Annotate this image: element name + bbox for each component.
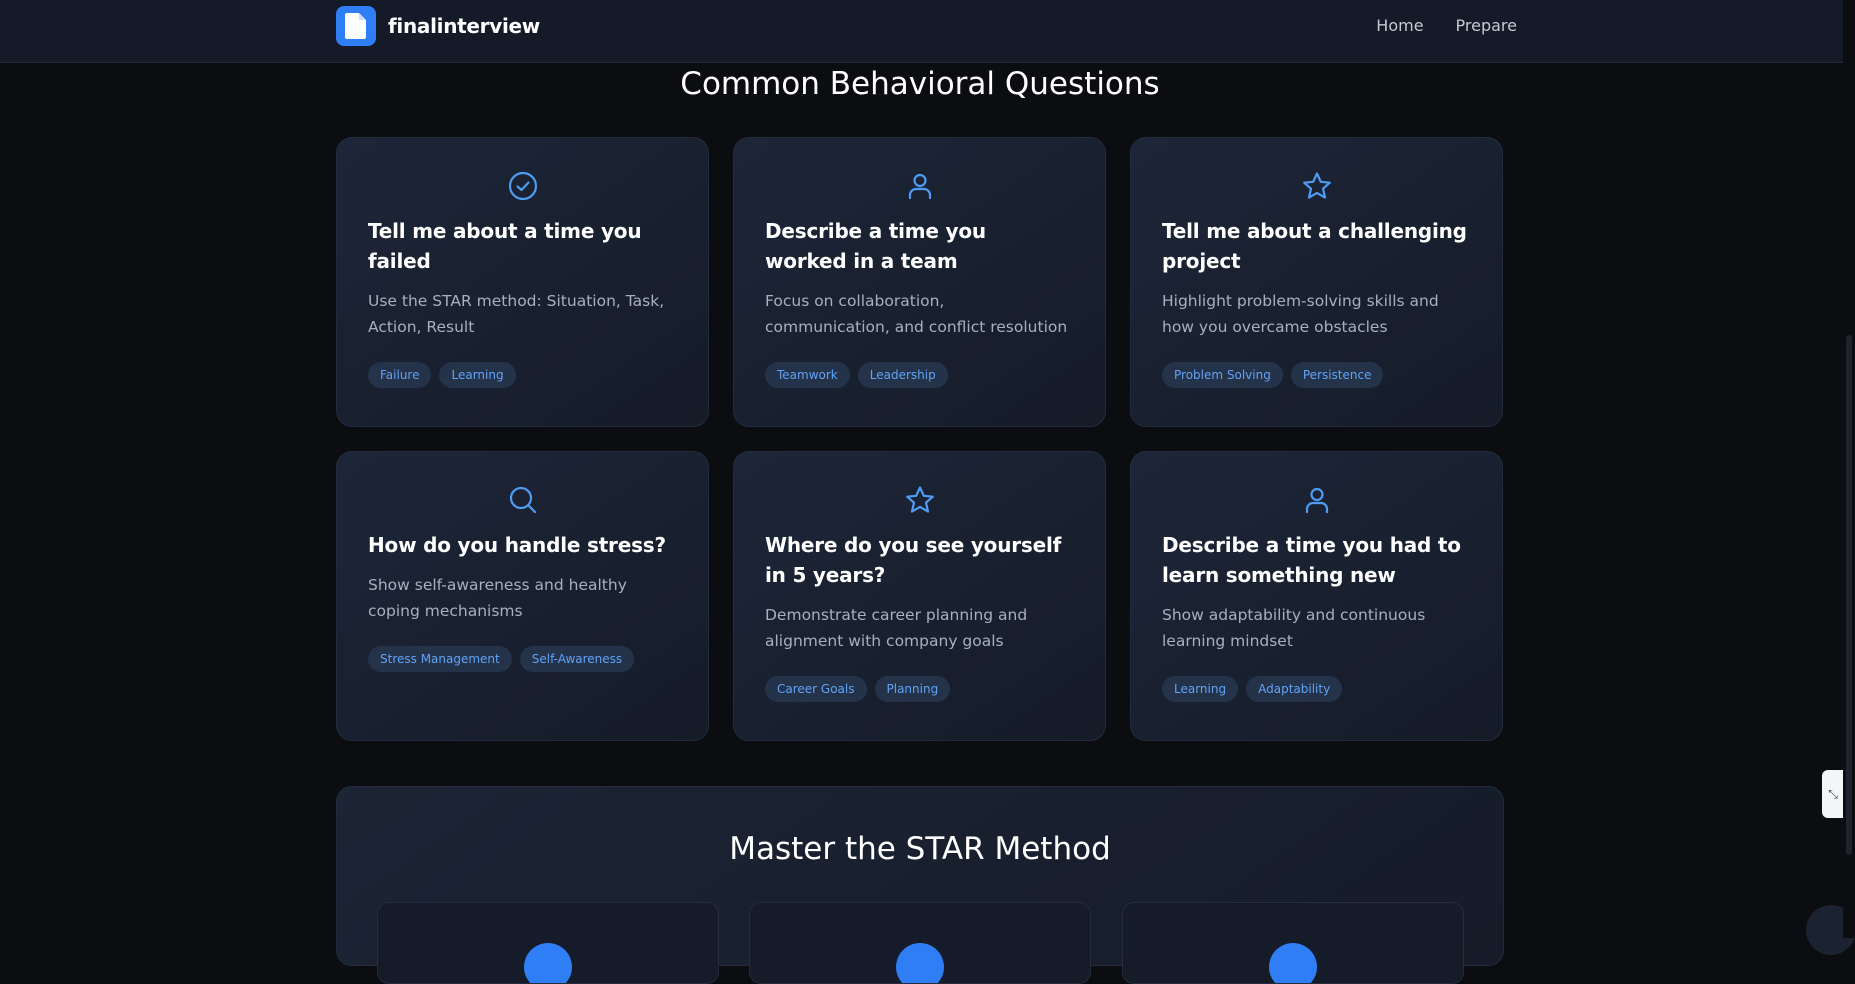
tag: Planning: [874, 676, 951, 702]
question-card[interactable]: Describe a time you worked in a team Foc…: [733, 137, 1106, 427]
tag: Learning: [439, 362, 516, 388]
tag-list: Stress Management Self-Awareness: [368, 646, 677, 672]
search-icon: [509, 486, 536, 514]
question-description: Show self-awareness and healthy coping m…: [368, 576, 627, 620]
tag: Problem Solving: [1162, 362, 1283, 388]
question-description: Focus on collaboration, communication, a…: [765, 292, 1068, 336]
star-icon: [905, 486, 934, 513]
question-description: Demonstrate career planning and alignmen…: [765, 606, 1028, 650]
tag-list: Teamwork Leadership: [765, 362, 1074, 388]
resize-icon: ⤡: [1828, 786, 1838, 801]
question-title: How do you handle stress?: [368, 533, 666, 557]
question-description: Use the STAR method: Situation, Task, Ac…: [368, 292, 665, 336]
tag: Leadership: [857, 362, 948, 388]
question-description: Highlight problem-solving skills and how…: [1162, 292, 1439, 336]
brand-link[interactable]: finalinterview: [336, 6, 540, 46]
side-feedback-tab[interactable]: ⤡: [1822, 770, 1844, 818]
question-title: Tell me about a challenging project: [1162, 219, 1467, 273]
question-title: Tell me about a time you failed: [368, 219, 642, 273]
question-title: Describe a time you had to learn somethi…: [1162, 533, 1461, 587]
tag: Persistence: [1290, 362, 1384, 388]
star-method-panel: Master the STAR Method: [336, 786, 1504, 984]
tag-list: Learning Adaptability: [1162, 676, 1471, 702]
star-step-card: [377, 902, 719, 984]
scrollbar-thumb[interactable]: [1846, 335, 1852, 855]
star-step-card: [1122, 902, 1464, 984]
star-method-title: Master the STAR Method: [729, 831, 1111, 867]
question-grid: Tell me about a time you failed Use the …: [336, 137, 1504, 741]
check-circle-icon: [508, 171, 537, 201]
nav-link-home[interactable]: Home: [1376, 16, 1423, 35]
tag: Adaptability: [1246, 676, 1343, 702]
tag: Self-Awareness: [519, 646, 635, 672]
page-scrollbar[interactable]: [1843, 0, 1855, 938]
step-badge: [1269, 943, 1317, 983]
tag: Stress Management: [368, 646, 512, 672]
star-step-card: [749, 902, 1091, 984]
tag-list: Career Goals Planning: [765, 676, 1074, 702]
main-nav: Home Prepare: [1344, 16, 1517, 35]
step-badge: [524, 943, 572, 983]
tag: Teamwork: [765, 362, 850, 388]
question-card[interactable]: Tell me about a challenging project High…: [1130, 137, 1503, 427]
question-card[interactable]: Describe a time you had to learn somethi…: [1130, 451, 1503, 741]
question-card[interactable]: Where do you see yourself in 5 years? De…: [733, 451, 1106, 741]
question-card[interactable]: Tell me about a time you failed Use the …: [336, 137, 709, 427]
top-navbar: finalinterview Home Prepare: [0, 0, 1855, 63]
tag: Failure: [368, 362, 432, 388]
step-badge: [896, 943, 944, 983]
tag: Career Goals: [765, 676, 867, 702]
star-icon: [1302, 172, 1331, 199]
document-icon: [336, 6, 376, 46]
nav-link-prepare[interactable]: Prepare: [1456, 16, 1517, 35]
question-card[interactable]: How do you handle stress? Show self-awar…: [336, 451, 709, 741]
question-description: Show adaptability and continuous learnin…: [1162, 606, 1426, 650]
brand-name: finalinterview: [388, 14, 540, 38]
question-title: Where do you see yourself in 5 years?: [765, 533, 1062, 587]
user-icon: [908, 173, 931, 200]
tag-list: Failure Learning: [368, 362, 677, 388]
section-title: Common Behavioral Questions: [680, 66, 1160, 102]
question-title: Describe a time you worked in a team: [765, 219, 986, 273]
tag-list: Problem Solving Persistence: [1162, 362, 1471, 388]
tag: Learning: [1162, 676, 1239, 702]
user-icon: [1305, 487, 1328, 514]
